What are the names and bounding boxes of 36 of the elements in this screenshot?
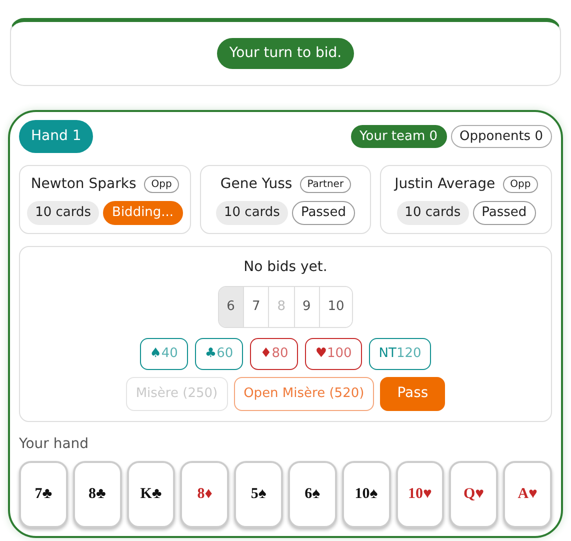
suit-bid-button[interactable]: ♠40 [140,338,188,370]
card-count: 10 cards [216,201,288,224]
score-badge: Your team 0 [350,124,447,148]
playing-card[interactable]: 10♥ [396,460,444,528]
playing-card[interactable]: 10♠ [342,460,391,528]
card-count: 10 cards [396,201,469,224]
player-name: Gene Yuss [220,175,292,194]
level-button[interactable]: 6 [218,286,243,326]
bid-message: No bids yet. [244,258,328,276]
playing-card[interactable]: 8♦ [180,460,230,528]
role-badge: Opp [503,176,538,193]
playing-card[interactable]: A♥ [503,460,552,528]
card-count: 10 cards [27,201,100,224]
suit-bid-button[interactable]: ♥100 [305,338,362,370]
pass-button[interactable]: Pass [380,376,446,410]
playing-card[interactable]: 7♣ [19,460,68,528]
role-badge: Opp [144,176,179,193]
player-name: Justin Average [394,175,496,194]
player-status: Passed [472,201,536,224]
player-status: Passed [292,201,355,224]
role-badge: Partner [300,176,351,193]
level-button[interactable]: 10 [318,286,352,326]
suit-bid-button[interactable]: ♦80 [250,338,298,370]
player-name: Newton Sparks [30,175,136,194]
suit-bid-button[interactable]: ♣60 [194,338,244,370]
playing-card[interactable]: K♣ [126,460,176,528]
player-status: Bidding... [103,201,183,224]
suit-bid-button[interactable]: NT120 [368,338,432,370]
playing-card[interactable]: 5♠ [234,460,283,528]
playing-card[interactable]: 8♣ [72,460,122,528]
playing-card[interactable]: Q♥ [449,460,498,528]
score-badge: Opponents 0 [450,124,552,148]
playing-card[interactable]: 6♠ [288,460,337,528]
hand-badge: Hand 1 [19,120,94,153]
status-message: Your turn to bid. [217,38,354,69]
hand-title: Your hand [19,434,90,454]
